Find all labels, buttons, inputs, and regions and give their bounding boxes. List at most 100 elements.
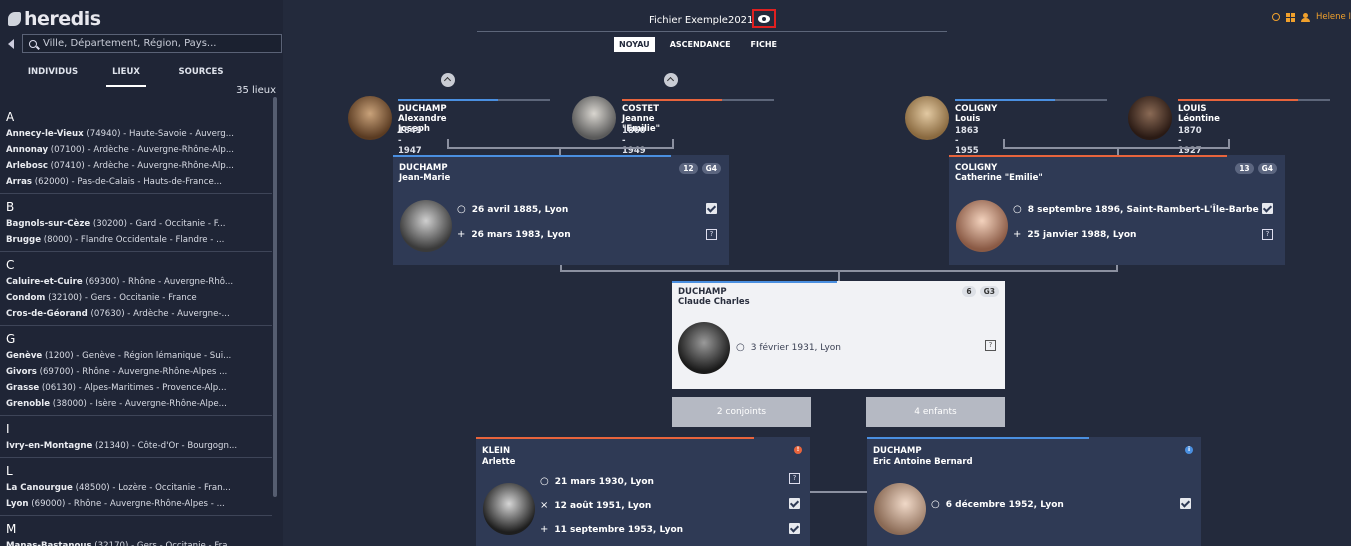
- birth-event: ○ 3 février 1931, Lyon: [736, 342, 842, 353]
- user-icon[interactable]: [1300, 12, 1310, 22]
- connector: [559, 147, 561, 155]
- father-card[interactable]: DUCHAMP Jean-Marie 12 G4 ○ 26 avril 1885,…: [393, 155, 729, 265]
- life-dates: 1863 - 1955: [955, 126, 979, 156]
- badges: 12 G4: [679, 163, 721, 174]
- place-item[interactable]: Caluire-et-Cuire (69300) - Rhône - Auver…: [0, 274, 272, 290]
- connector: [810, 491, 867, 493]
- death-icon: +: [540, 524, 549, 535]
- portrait-photo: [905, 96, 949, 140]
- place-item[interactable]: Bagnols-sur-Cèze (30200) - Gard - Occita…: [0, 216, 272, 232]
- tab-sources[interactable]: SOURCES: [146, 67, 256, 77]
- letter-heading: M: [6, 522, 17, 536]
- place-details: (8000) - Flandre Occidentale - Flandre -…: [41, 235, 225, 245]
- source-unknown-icon[interactable]: ?: [1262, 229, 1273, 240]
- letter-heading: L: [6, 464, 13, 478]
- logo-text: heredis: [24, 8, 101, 30]
- place-details: (48500) - Lozère - Occitanie - Fran...: [72, 483, 231, 493]
- checkbox-verified[interactable]: [789, 523, 800, 534]
- place-name: Givors: [6, 367, 37, 377]
- child-card[interactable]: DUCHAMP Eric Antoine Bernard i ○ 6 décemb…: [867, 437, 1201, 546]
- checkbox-verified[interactable]: [1262, 203, 1273, 214]
- place-item[interactable]: Lyon (69000) - Rhône - Auvergne-Rhône-Al…: [0, 496, 272, 512]
- source-unknown-icon[interactable]: ?: [706, 229, 717, 240]
- place-item[interactable]: La Canourgue (48500) - Lozère - Occitani…: [0, 480, 272, 496]
- badges: 13 G4: [1235, 163, 1277, 174]
- surname: COLIGNY: [955, 163, 998, 173]
- mother-card[interactable]: COLIGNY Catherine "Emilie" 13 G4 ○ 8 sept…: [949, 155, 1285, 265]
- portrait-photo: [483, 483, 535, 535]
- place-name: Manas-Bastanous: [6, 541, 92, 546]
- search-icon[interactable]: [1271, 13, 1280, 21]
- source-unknown-icon[interactable]: ?: [789, 473, 800, 484]
- grid-icon[interactable]: [1285, 12, 1295, 22]
- spouse-card[interactable]: KLEIN Arlette ! ○ 21 mars 1930, Lyon ? × 1…: [476, 437, 810, 546]
- expand-parents-father-button[interactable]: [441, 73, 455, 87]
- place-details: (1200) - Genève - Région lémanique - Sui…: [42, 351, 232, 361]
- tab-ascendance[interactable]: ASCENDANCE: [665, 37, 736, 52]
- birth-event: ○ 26 avril 1885, Lyon: [457, 204, 569, 215]
- tab-noyau[interactable]: NOYAU: [614, 37, 655, 52]
- checkbox-verified[interactable]: [706, 203, 717, 214]
- given-name: Eric Antoine Bernard: [873, 457, 973, 467]
- source-unknown-icon[interactable]: ?: [985, 340, 996, 351]
- user-name[interactable]: Helene I: [1316, 12, 1351, 22]
- place-name: Genève: [6, 351, 43, 361]
- generation-badge: G4: [701, 163, 721, 174]
- file-title: Fichier Exemple2021: [649, 15, 754, 26]
- place-details: (74940) - Haute-Savoie - Auverg...: [83, 129, 234, 139]
- place-name: Grenoble: [6, 399, 51, 409]
- tab-lieux[interactable]: LIEUX: [106, 67, 146, 87]
- place-item[interactable]: Ivry-en-Montagne (21340) - Côte-d'Or - B…: [0, 438, 272, 454]
- place-item[interactable]: Annecy-le-Vieux (74940) - Haute-Savoie -…: [0, 126, 272, 142]
- checkbox-verified[interactable]: [1180, 498, 1191, 509]
- given-name: Léontine: [1178, 114, 1220, 124]
- expand-parents-mother-button[interactable]: [664, 73, 678, 87]
- surname: DUCHAMP: [399, 163, 448, 173]
- given-name: Louis: [955, 114, 981, 124]
- subject-card[interactable]: DUCHAMP Claude Charles 6 G3 ○ 3 février 1…: [672, 281, 1005, 389]
- portrait-photo: [678, 322, 730, 374]
- tab-fiche[interactable]: FICHE: [746, 37, 782, 52]
- place-item[interactable]: Condom (32100) - Gers - Occitanie - Fran…: [0, 290, 272, 306]
- place-item[interactable]: Givors (69700) - Rhône - Auvergne-Rhône-…: [0, 364, 272, 380]
- birth-event: ○ 6 décembre 1952, Lyon: [931, 499, 1064, 510]
- place-item[interactable]: Annonay (07100) - Ardèche - Auvergne-Rhô…: [0, 142, 272, 158]
- connector: [1117, 147, 1119, 155]
- place-item[interactable]: Manas-Bastanous (32170) - Gers - Occitan…: [0, 538, 272, 546]
- death-icon: +: [1013, 229, 1022, 240]
- place-name: Cros-de-Géorand: [6, 309, 88, 319]
- life-dates: 1849 - 1947: [398, 126, 422, 156]
- place-item[interactable]: Arlebosc (07410) - Ardèche - Auvergne-Rh…: [0, 158, 272, 174]
- place-details: (07100) - Ardèche - Auvergne-Rhône-Alp..…: [48, 145, 235, 155]
- surname: COSTET: [622, 104, 659, 114]
- badges: 6 G3: [962, 286, 999, 297]
- given-name: Jean-Marie: [399, 173, 451, 183]
- app-logo[interactable]: heredis: [8, 8, 101, 30]
- place-name: Brugge: [6, 235, 42, 245]
- alert-icon[interactable]: !: [794, 446, 802, 454]
- collapse-sidebar-icon[interactable]: [8, 39, 14, 49]
- list-divider: [0, 457, 272, 458]
- place-item[interactable]: Brugge (8000) - Flandre Occidentale - Fl…: [0, 232, 272, 248]
- marriage-event: × 12 août 1951, Lyon: [540, 500, 652, 511]
- spouses-button[interactable]: 2 conjoints: [672, 397, 811, 427]
- birth-icon: ○: [931, 499, 940, 510]
- children-button[interactable]: 4 enfants: [866, 397, 1005, 427]
- sidebar-scrollbar[interactable]: [273, 97, 277, 497]
- birth-icon: ○: [1013, 204, 1022, 215]
- list-divider: [0, 325, 272, 326]
- death-event: +11 septembre 1953, Lyon: [540, 524, 684, 535]
- tab-individus[interactable]: INDIVIDUS: [0, 67, 106, 77]
- info-icon[interactable]: i: [1185, 446, 1193, 454]
- place-name: Condom: [6, 293, 46, 303]
- place-item[interactable]: Grenoble (38000) - Isère - Auvergne-Rhôn…: [0, 396, 272, 412]
- place-item[interactable]: Cros-de-Géorand (07630) - Ardèche - Auve…: [0, 306, 272, 322]
- birth-icon: ○: [457, 204, 466, 215]
- birth-event: ○ 21 mars 1930, Lyon: [540, 476, 654, 487]
- checkbox-verified[interactable]: [789, 498, 800, 509]
- place-item[interactable]: Arras (62000) - Pas-de-Calais - Hauts-de…: [0, 174, 272, 190]
- place-item[interactable]: Grasse (06130) - Alpes-Maritimes - Prove…: [0, 380, 272, 396]
- place-item[interactable]: Genève (1200) - Genève - Région lémaniqu…: [0, 348, 272, 364]
- visibility-toggle[interactable]: [752, 9, 776, 28]
- search-input[interactable]: [43, 38, 273, 49]
